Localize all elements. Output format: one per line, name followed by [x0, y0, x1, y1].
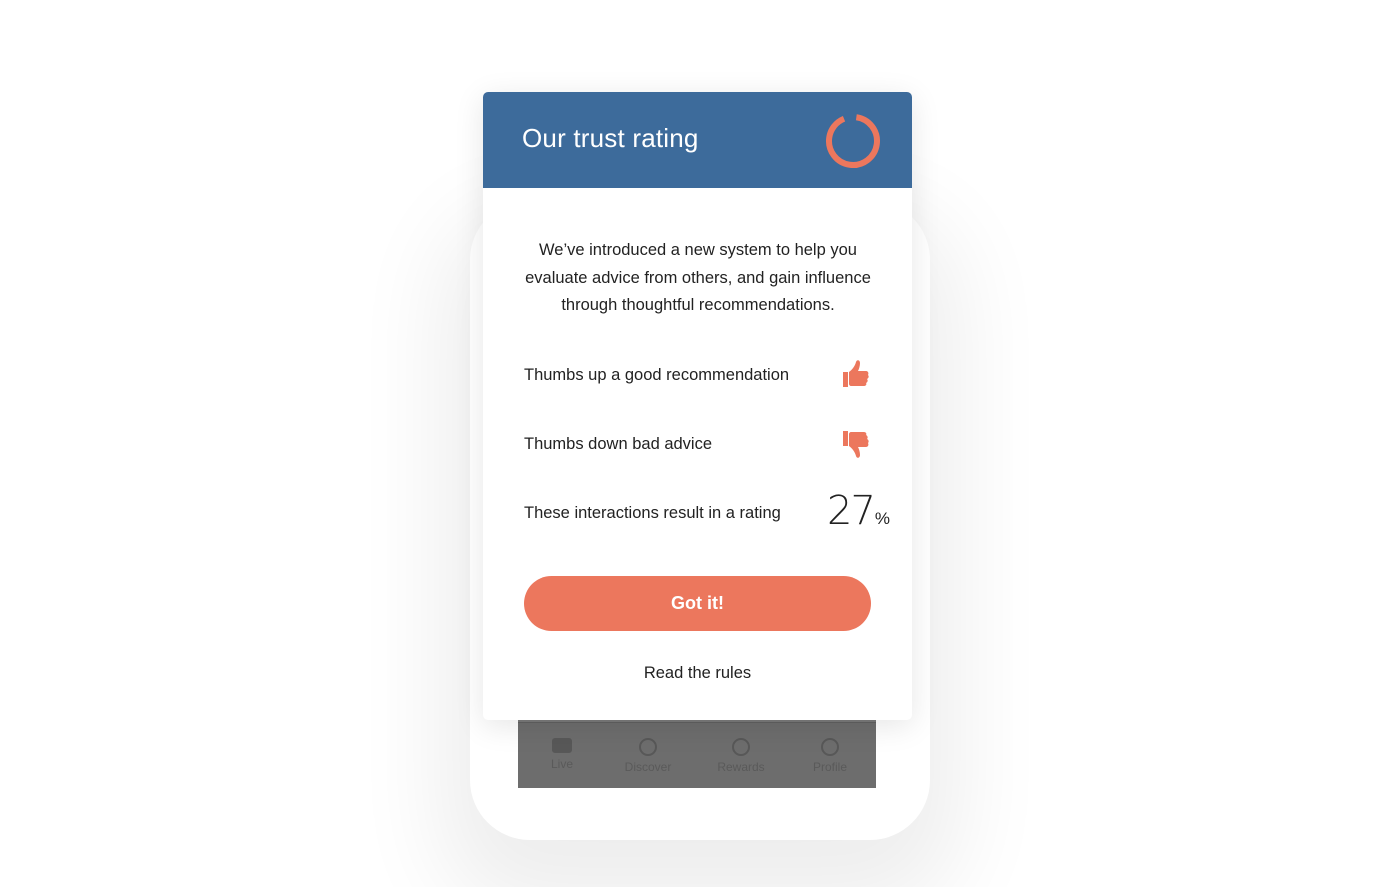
tab-discover: Discover: [608, 738, 688, 774]
got-it-button[interactable]: Got it!: [524, 576, 871, 631]
modal-header: Our trust rating: [483, 92, 912, 188]
thumbs-down-label: Thumbs down bad advice: [524, 435, 713, 453]
tab-live-label: Live: [550, 757, 573, 771]
read-the-rules-link[interactable]: Read the rules: [483, 664, 912, 683]
award-icon: [732, 738, 750, 756]
trust-rating-modal: Our trust rating We’ve introduced a new …: [483, 92, 912, 720]
rating-number: 27: [827, 488, 876, 534]
modal-title: Our trust rating: [522, 123, 699, 153]
tab-rewards: Rewards: [701, 738, 781, 774]
rating-unit: %: [874, 509, 891, 528]
profile-icon: [821, 738, 839, 756]
chat-icon: [552, 738, 572, 753]
tab-rewards-label: Rewards: [717, 760, 765, 774]
thumbs-up-label: Thumbs up a good recommendation: [524, 366, 790, 384]
thumbs-down-icon: [843, 431, 869, 458]
thumbs-up-icon: [843, 360, 869, 387]
rating-value: 27%: [827, 488, 890, 534]
rating-explanation-label: These interactions result in a rating: [524, 504, 781, 522]
intro-text: We’ve introduced a new system to help yo…: [525, 241, 871, 314]
tab-profile: Profile: [790, 738, 870, 774]
compass-icon: [639, 738, 657, 756]
tab-profile-label: Profile: [812, 760, 847, 774]
tab-live: Live: [522, 738, 602, 771]
rating-ring-icon: [826, 114, 880, 168]
tab-discover-label: Discover: [624, 760, 672, 774]
